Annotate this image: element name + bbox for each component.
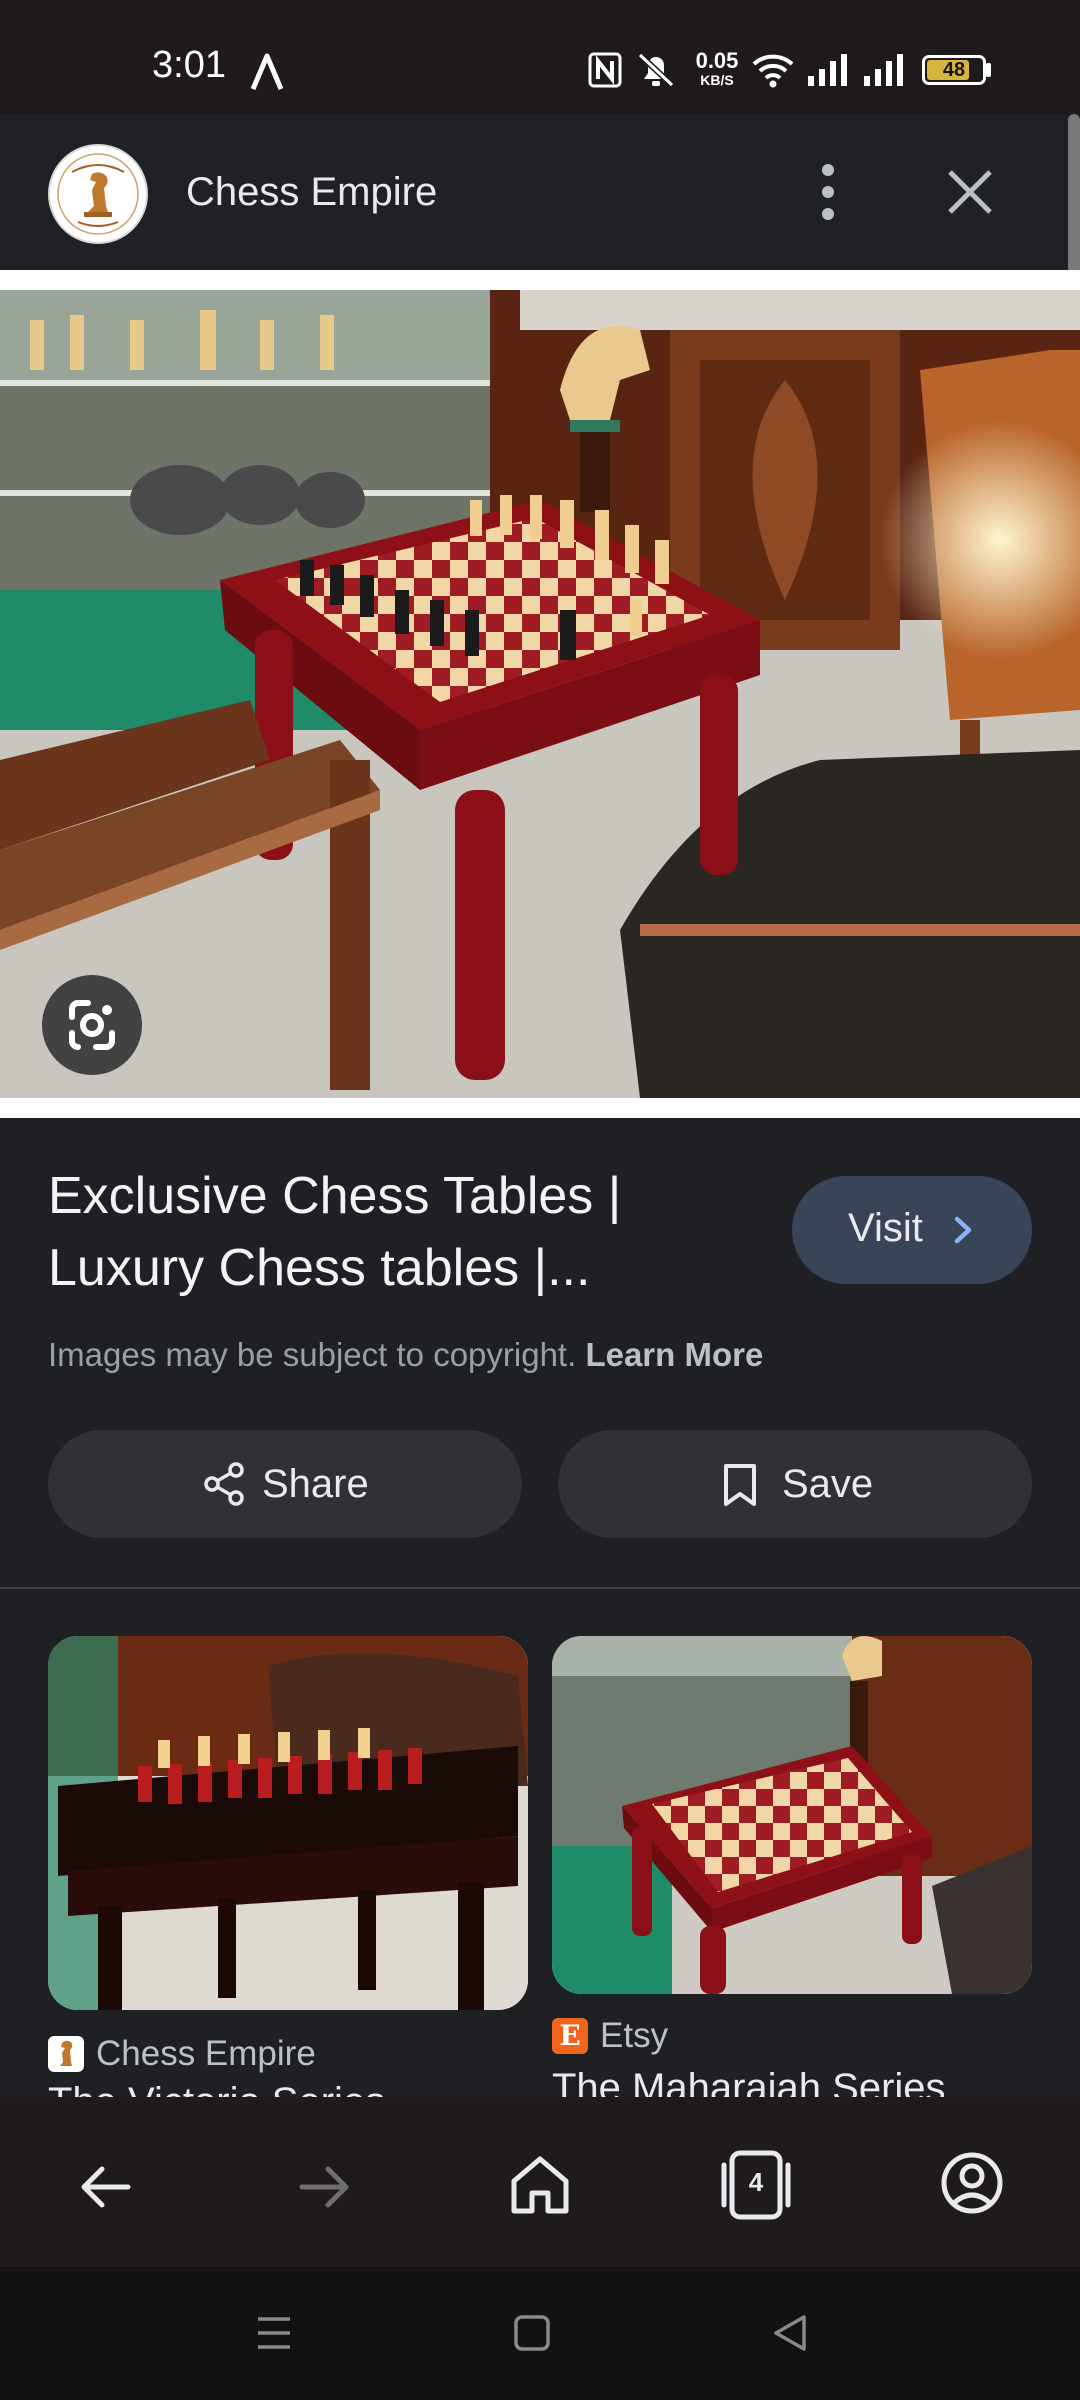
forward-icon	[299, 2166, 349, 2208]
copyright-text: Images may be subject to copyright.	[48, 1336, 577, 1373]
related-image[interactable]	[48, 1636, 528, 2010]
related-title[interactable]: The Maharajah Series	[552, 2066, 946, 2097]
close-icon	[948, 170, 992, 214]
nfc-icon	[588, 52, 622, 88]
back-button[interactable]	[66, 2147, 146, 2227]
learn-more-link[interactable]: Learn More	[585, 1336, 763, 1373]
battery-level: 48	[942, 59, 966, 81]
net-speed-unit: KB/S	[700, 72, 734, 88]
visit-button[interactable]: Visit	[792, 1176, 1032, 1284]
main-image[interactable]	[0, 290, 1080, 1098]
battery-icon: 48	[922, 55, 986, 85]
more-vert-icon	[822, 164, 834, 220]
etsy-favicon-icon: E	[552, 2018, 588, 2054]
navigation-arrow-icon	[250, 53, 284, 90]
visit-label: Visit	[848, 1206, 923, 1250]
share-label: Share	[262, 1462, 369, 1506]
tabs-button[interactable]: 4	[716, 2143, 796, 2227]
back-triangle-icon	[774, 2315, 806, 2351]
wifi-icon	[752, 54, 794, 88]
section-divider	[0, 1587, 1080, 1589]
home-button[interactable]	[500, 2145, 580, 2225]
related-title-clip: The Victoria Series	[48, 2080, 528, 2097]
chess-empire-logo-icon[interactable]	[48, 144, 148, 244]
home-icon	[511, 2156, 569, 2214]
related-title-clip: The Maharajah Series	[552, 2066, 1032, 2097]
close-button[interactable]	[936, 158, 1004, 226]
status-bar: 3:01 0.05 KB/S 48	[0, 0, 1080, 114]
more-options-button[interactable]	[800, 154, 856, 230]
save-label: Save	[782, 1462, 874, 1506]
mute-icon	[637, 52, 675, 88]
status-time: 3:01	[152, 44, 226, 86]
back-icon	[81, 2166, 131, 2208]
related-image[interactable]	[552, 1636, 1032, 1994]
google-lens-icon	[69, 1000, 115, 1050]
chevron-right-icon	[954, 1216, 972, 1244]
save-button[interactable]: Save	[558, 1430, 1032, 1538]
related-source-name: Etsy	[600, 2016, 669, 2055]
chess-empire-favicon-icon	[48, 2036, 84, 2072]
lens-search-button[interactable]	[42, 975, 142, 1075]
net-speed-value: 0.05	[695, 48, 739, 73]
account-icon	[941, 2152, 1003, 2214]
site-name[interactable]: Chess Empire	[186, 170, 437, 215]
forward-button[interactable]	[284, 2147, 364, 2227]
result-title-line2: Luxury Chess tables |...	[48, 1239, 591, 1297]
system-home-button[interactable]	[508, 2309, 556, 2357]
result-header: Chess Empire	[0, 114, 1064, 270]
related-source-name: Chess Empire	[96, 2034, 316, 2073]
share-button[interactable]: Share	[48, 1430, 522, 1538]
system-navigation-bar	[0, 2267, 1080, 2400]
related-title[interactable]: The Victoria Series	[48, 2080, 385, 2097]
system-back-button[interactable]	[766, 2309, 814, 2357]
browser-bottom-bar: 4	[0, 2097, 1080, 2267]
share-icon	[204, 1462, 244, 1506]
tab-count: 4	[748, 2167, 764, 2197]
signal-icon	[808, 54, 847, 86]
recents-icon	[258, 2317, 290, 2349]
recents-button[interactable]	[250, 2311, 298, 2355]
copyright-note: Images may be subject to copyright. Lear…	[48, 1336, 763, 1374]
result-title[interactable]: Exclusive Chess Tables | Luxury Chess ta…	[48, 1160, 748, 1304]
home-square-icon	[514, 2315, 550, 2351]
account-button[interactable]	[932, 2143, 1012, 2223]
net-speed: 0.05 KB/S	[690, 48, 744, 89]
bookmark-icon	[724, 1464, 756, 1506]
result-title-line1: Exclusive Chess Tables |	[48, 1167, 622, 1225]
battery-tip	[986, 63, 991, 77]
signal-icon	[864, 54, 903, 86]
